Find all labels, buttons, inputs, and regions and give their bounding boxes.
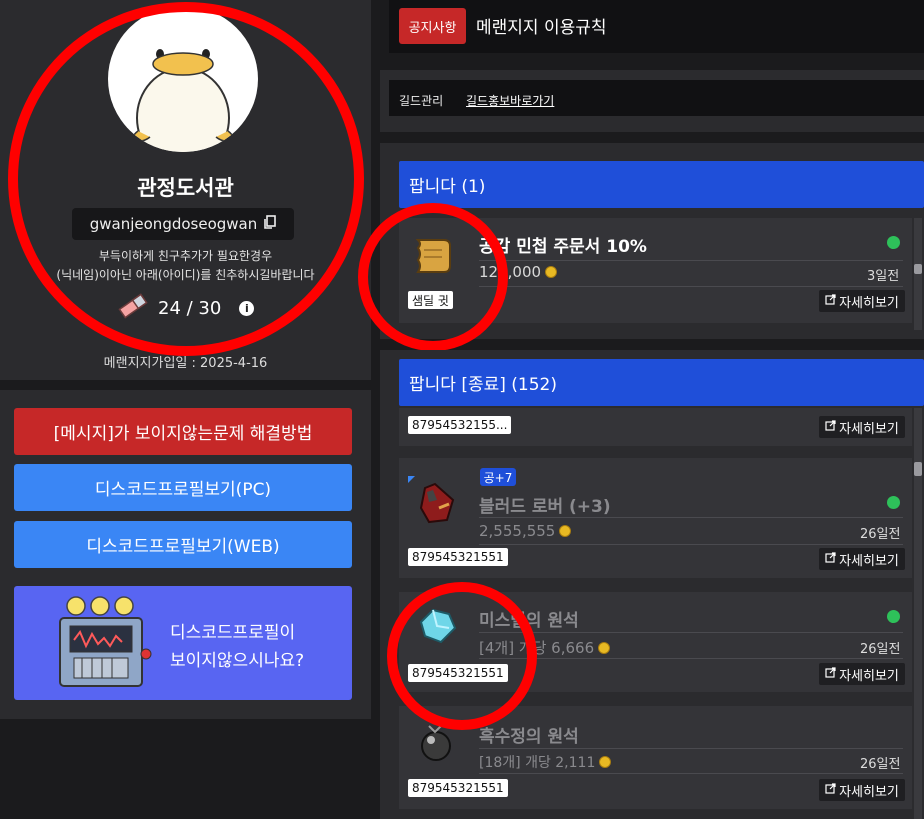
meso-coin-icon — [559, 525, 572, 537]
sold-scrollbar[interactable] — [914, 408, 922, 819]
notice-badge: 공지사항 — [399, 8, 466, 44]
detail-label: 자세히보기 — [839, 668, 899, 684]
reputation-row: 24 / 30 i — [118, 292, 258, 324]
guild-manage-link[interactable]: 길드관리 — [399, 92, 443, 109]
external-link-icon — [825, 293, 836, 309]
divider — [479, 773, 903, 774]
divider — [479, 632, 903, 633]
join-date: 메랜지지가입일 : 2025-4-16 — [103, 356, 268, 371]
external-link-icon — [825, 782, 836, 798]
item-price: [18개] 개당 2,111 — [479, 752, 612, 772]
glove-icon — [413, 478, 463, 528]
message-fix-button[interactable]: [메시지]가 보이지않는문제 해결방법 — [14, 408, 352, 455]
item-title[interactable]: 미스릴의 원석 — [479, 606, 579, 631]
detail-button[interactable]: 자세히보기 — [819, 663, 905, 685]
eraser-icon — [118, 292, 148, 324]
divider — [479, 748, 903, 749]
online-status-dot — [887, 236, 900, 249]
item-price-value: 120,000 — [479, 263, 542, 281]
detail-button[interactable]: 자세히보기 — [819, 779, 905, 801]
user-id-text: gwanjeongdoseogwan — [89, 215, 258, 233]
profile-nickname: 관정도서관 — [137, 176, 234, 200]
seller-tag[interactable]: 샘딜 귓 — [408, 291, 453, 309]
seller-tag[interactable]: 879545321551 — [408, 664, 508, 682]
discord-profile-web-button[interactable]: 디스코드프로필보기(WEB) — [14, 521, 352, 568]
reputation-count: 24 / 30 — [158, 297, 222, 319]
guild-promo-link[interactable]: 길드홍보바로가기 — [466, 92, 554, 109]
discord-profile-pc-button[interactable]: 디스코드프로필보기(PC) — [14, 464, 352, 511]
discord-help-banner[interactable]: 디스코드프로필이 보이지않으시나요? — [14, 586, 352, 700]
detail-label: 자세히보기 — [839, 421, 899, 437]
notice-bar[interactable] — [389, 0, 924, 53]
discord-banner-line2: 보이지않으시나요? — [170, 651, 305, 671]
mithril-ore-icon — [411, 600, 461, 650]
friend-notice-line1: 부득이하게 친구추가가 필요한경우 — [98, 249, 273, 263]
meso-coin-icon — [545, 266, 558, 278]
sold-item-card[interactable]: 87954532155... 자세히보기 — [399, 408, 912, 446]
item-time: 26일전 — [860, 757, 901, 772]
selling-scrollbar[interactable] — [914, 218, 922, 330]
scroll-icon — [408, 230, 458, 280]
external-link-icon — [825, 419, 836, 435]
profile-avatar — [108, 6, 258, 152]
detail-label: 자세히보기 — [839, 784, 899, 800]
user-id-box[interactable]: gwanjeongdoseogwan — [72, 208, 294, 240]
copy-icon[interactable] — [263, 214, 277, 234]
detail-button[interactable]: 자세히보기 — [819, 416, 905, 438]
item-price: 2,555,555 — [479, 522, 572, 540]
divider — [479, 658, 903, 659]
robot-icon — [52, 594, 152, 698]
item-title[interactable]: 공감 민첩 주문서 10% — [479, 232, 647, 257]
divider — [479, 544, 903, 545]
external-link-icon — [825, 551, 836, 567]
divider — [479, 517, 903, 518]
divider — [479, 286, 903, 287]
detail-button[interactable]: 자세히보기 — [819, 548, 905, 570]
item-price: [4개] 개당 6,666 — [479, 637, 611, 658]
notice-title[interactable]: 메랜지지 이용규칙 — [476, 13, 607, 38]
online-status-dot — [887, 610, 900, 623]
sold-item-card[interactable]: 흑수정의 원석 [18개] 개당 2,111 26일전 879545321551… — [399, 706, 912, 809]
detail-button[interactable]: 자세히보기 — [819, 290, 905, 312]
seller-tag[interactable]: 879545321551 — [408, 548, 508, 566]
item-price-value: [4개] 개당 6,666 — [479, 639, 595, 657]
meso-coin-icon — [599, 756, 612, 768]
sold-item-card[interactable]: 공+7 블러드 로버 (+3) 2,555,555 26일전 879545321… — [399, 458, 912, 578]
discord-banner-line1: 디스코드프로필이 — [170, 623, 296, 643]
sold-header: 팝니다 [종료] (152) — [399, 359, 924, 406]
item-price: 120,000 — [479, 263, 558, 281]
dark-crystal-ore-icon — [411, 718, 461, 768]
seller-tag[interactable]: 879545321551 — [408, 779, 508, 797]
meso-coin-icon — [598, 641, 611, 654]
upgrade-badge: 공+7 — [480, 468, 516, 486]
scroll-thumb[interactable] — [914, 264, 922, 274]
friend-notice-line2: (닉네임)이아닌 아래(아이디)를 친추하시길바랍니다 — [56, 268, 315, 282]
item-price-value: 2,555,555 — [479, 522, 556, 540]
detail-label: 자세히보기 — [839, 553, 899, 569]
item-time: 3일전 — [867, 269, 900, 284]
item-time: 26일전 — [860, 527, 901, 542]
selling-header: 팝니다 (1) — [399, 161, 924, 208]
sold-item-card[interactable]: 미스릴의 원석 [4개] 개당 6,666 26일전 879545321551 … — [399, 592, 912, 692]
online-status-dot — [887, 496, 900, 509]
seller-tag[interactable]: 87954532155... — [408, 416, 512, 434]
external-link-icon — [825, 666, 836, 682]
item-price-value: [18개] 개당 2,111 — [479, 755, 596, 771]
scroll-thumb[interactable] — [914, 462, 922, 476]
detail-label: 자세히보기 — [839, 295, 899, 311]
item-title[interactable]: 블러드 로버 (+3) — [479, 492, 611, 517]
divider — [479, 260, 903, 261]
item-title[interactable]: 흑수정의 원석 — [479, 722, 579, 747]
item-time: 26일전 — [860, 642, 901, 657]
selling-item-card[interactable]: 공감 민첩 주문서 10% 120,000 3일전 샘딜 귓 자세히보기 — [399, 218, 912, 323]
info-icon[interactable]: i — [239, 300, 255, 316]
